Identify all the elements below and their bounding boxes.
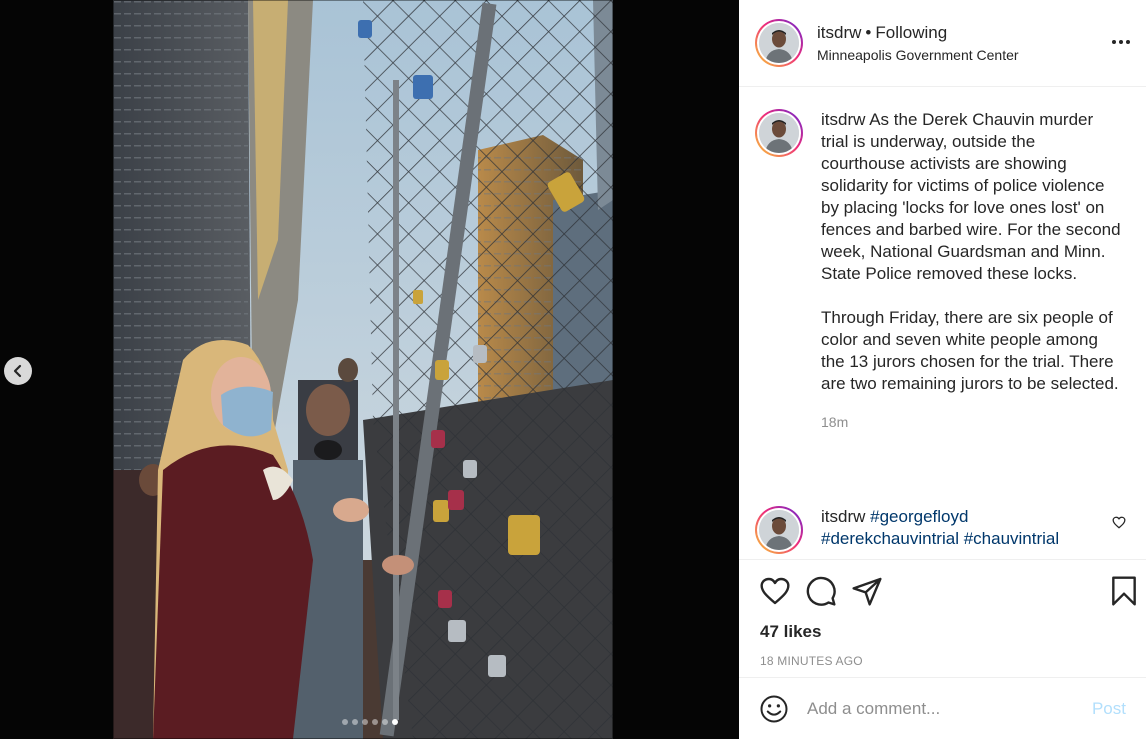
hashtag-link[interactable]: #derekchauvintrial — [821, 529, 959, 548]
hashtag-comment: itsdrw #georgefloyd #derekchauvintrial #… — [755, 506, 1130, 554]
post-timestamp[interactable]: 18 MINUTES AGO — [739, 654, 1146, 668]
comment-input[interactable] — [807, 698, 1092, 719]
heart-icon — [760, 577, 790, 605]
username-link[interactable]: itsdrw — [817, 23, 861, 42]
action-bar — [739, 560, 1146, 622]
chevron-left-icon — [13, 364, 22, 378]
carousel-dot — [341, 719, 348, 725]
save-button[interactable] — [1110, 575, 1138, 612]
bookmark-icon — [1112, 576, 1136, 606]
comment-icon — [806, 576, 836, 606]
add-comment-bar: Post — [739, 677, 1146, 739]
carousel-dot — [371, 719, 378, 725]
comment-username[interactable]: itsdrw — [821, 507, 865, 526]
caption-text: As the Derek Chauvin murder trial is und… — [821, 110, 1121, 393]
profile-photo — [759, 510, 799, 550]
post-comment-button[interactable]: Post — [1092, 699, 1126, 719]
previous-slide-button[interactable] — [4, 357, 32, 385]
comment-username[interactable]: itsdrw — [821, 110, 865, 129]
hashtag-link[interactable]: #georgefloyd — [870, 507, 968, 526]
avatar[interactable] — [755, 109, 803, 157]
carousel-indicator — [0, 719, 739, 725]
carousel-dot — [351, 719, 358, 725]
post-sidebar: itsdrw • Following Minneapolis Government … — [739, 0, 1146, 739]
profile-photo — [759, 23, 799, 63]
hashtag-link[interactable]: #chauvintrial — [964, 529, 1059, 548]
share-button[interactable] — [851, 576, 883, 606]
post-header: itsdrw • Following Minneapolis Government … — [739, 0, 1146, 87]
avatar[interactable] — [755, 506, 803, 554]
comment-button[interactable] — [805, 575, 837, 607]
location-link[interactable]: Minneapolis Government Center — [817, 47, 1019, 63]
media-viewer — [0, 0, 739, 739]
emoji-button[interactable] — [759, 694, 789, 724]
emoji-icon — [760, 695, 788, 722]
profile-photo — [759, 113, 799, 153]
heart-icon — [1112, 516, 1126, 529]
share-icon — [852, 577, 882, 606]
caption-timestamp[interactable]: 18m — [821, 411, 1121, 433]
like-comment-button[interactable] — [1112, 516, 1126, 534]
like-button[interactable] — [759, 576, 791, 606]
post-photo — [113, 0, 613, 739]
separator-dot: • — [865, 23, 872, 42]
more-options-button[interactable] — [1106, 32, 1136, 52]
carousel-dot — [361, 719, 368, 725]
post-actions-section: 47 likes 18 MINUTES AGO — [739, 559, 1146, 668]
following-button[interactable]: Following — [875, 23, 947, 42]
more-options-icon — [1112, 40, 1130, 44]
caption-comment: itsdrw As the Derek Chauvin murder trial… — [755, 87, 1130, 433]
carousel-dot-active — [391, 719, 398, 725]
carousel-dot — [381, 719, 388, 725]
avatar[interactable] — [755, 19, 803, 67]
likes-count[interactable]: 47 likes — [739, 622, 1146, 642]
comments-list: itsdrw As the Derek Chauvin murder trial… — [739, 87, 1146, 559]
